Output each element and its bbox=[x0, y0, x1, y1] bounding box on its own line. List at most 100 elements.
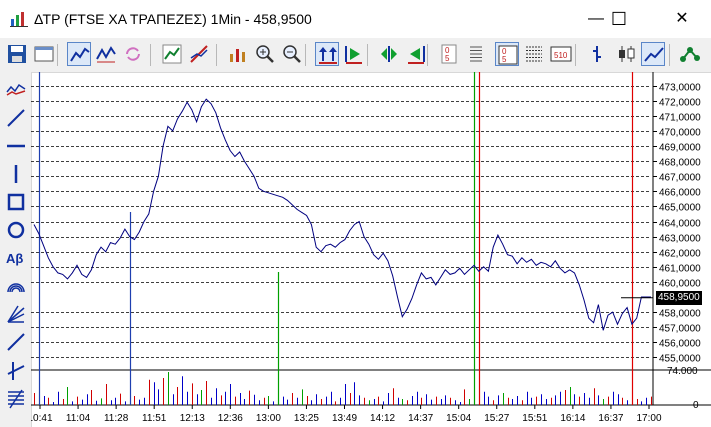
bar-mode-button[interactable] bbox=[585, 42, 609, 66]
volume-zero-label: 0 bbox=[693, 400, 699, 411]
arc-tool[interactable] bbox=[4, 274, 28, 298]
x-tick-label: 15:27 bbox=[484, 413, 509, 424]
x-tick-label: 11:28 bbox=[104, 413, 129, 424]
view-button[interactable] bbox=[32, 42, 56, 66]
cross-line-icon bbox=[7, 362, 25, 380]
line-chart-icon bbox=[70, 47, 90, 62]
scale-button[interactable]: 510 bbox=[549, 42, 573, 66]
fan-icon bbox=[7, 305, 25, 323]
digits-button[interactable]: 05 bbox=[437, 42, 461, 66]
window-title: ΔΤΡ (FTSE ΧΑ ΤΡΑΠΕΖΕΣ) 1Min - 458,9500 bbox=[34, 11, 312, 27]
scale-icon: 510 bbox=[550, 46, 572, 62]
svg-text:510: 510 bbox=[554, 51, 568, 60]
toolbar-separator bbox=[216, 44, 217, 66]
vertical-line-icon bbox=[14, 165, 18, 183]
green-arrow-start-icon bbox=[345, 46, 362, 64]
y-tick-label: 456,0000 bbox=[659, 339, 701, 350]
text-tool[interactable]: Aβ bbox=[4, 246, 28, 270]
y-tick-label: 462,0000 bbox=[659, 249, 701, 260]
toolbar-separator bbox=[575, 44, 576, 66]
x-tick-label: 12:13 bbox=[180, 413, 205, 424]
ray-tool[interactable] bbox=[4, 330, 28, 354]
chart-type-tool[interactable] bbox=[4, 78, 28, 102]
save-button[interactable] bbox=[5, 42, 29, 66]
fibonacci-tool[interactable] bbox=[4, 386, 28, 410]
x-tick-label: 17:00 bbox=[636, 413, 661, 424]
y-tick-label: 455,0000 bbox=[659, 354, 701, 365]
close-button[interactable]: ✕ bbox=[659, 0, 705, 38]
toolbar-separator bbox=[305, 44, 306, 66]
current-price-label: 458,9500 bbox=[656, 290, 702, 305]
network-icon bbox=[680, 47, 700, 62]
svg-text:5: 5 bbox=[502, 55, 507, 64]
go-middle-button[interactable] bbox=[377, 42, 401, 66]
zoom-in-icon bbox=[256, 45, 274, 63]
fit-arrows-icon bbox=[319, 47, 337, 64]
compare-button[interactable] bbox=[94, 42, 118, 66]
x-tick-label: 11:51 bbox=[142, 413, 167, 424]
x-tick-label: 12:36 bbox=[218, 413, 243, 424]
refresh-button[interactable] bbox=[121, 42, 145, 66]
grid-icon bbox=[470, 46, 482, 62]
cross-tool[interactable] bbox=[4, 358, 28, 382]
y-tick-label: 471,0000 bbox=[659, 113, 701, 124]
candle-mode-icon bbox=[619, 46, 635, 62]
app-chart-icon bbox=[10, 12, 28, 27]
fit-button[interactable] bbox=[315, 42, 339, 66]
y-tick-label: 461,0000 bbox=[659, 264, 701, 275]
grid-button[interactable] bbox=[464, 42, 488, 66]
y-tick-label: 457,0000 bbox=[659, 324, 701, 335]
depth-button[interactable] bbox=[522, 42, 546, 66]
price-chart[interactable]: 473,0000 472,0000 471,0000 470,0000 469,0000… bbox=[31, 72, 711, 427]
ellipse-icon bbox=[7, 221, 25, 239]
compare-chart-icon bbox=[96, 46, 116, 63]
zoom-in-button[interactable] bbox=[253, 42, 277, 66]
indicator-button[interactable] bbox=[160, 42, 184, 66]
line-chart-button[interactable] bbox=[67, 42, 91, 66]
rectangle-tool[interactable] bbox=[4, 190, 28, 214]
maximize-button[interactable]: ☐ bbox=[596, 0, 642, 38]
studies-icon bbox=[230, 49, 245, 62]
y-tick-label: 470,0000 bbox=[659, 128, 701, 139]
bar-mode-icon bbox=[593, 46, 601, 62]
x-tick-label: 10:41 bbox=[31, 413, 53, 424]
x-tick-label: 14:37 bbox=[408, 413, 433, 424]
vertical-line-tool[interactable] bbox=[4, 162, 28, 186]
x-tick-label: 13:25 bbox=[294, 413, 319, 424]
go-end-button[interactable] bbox=[404, 42, 428, 66]
toolbar-separator bbox=[427, 44, 428, 66]
x-tick-label: 16:14 bbox=[560, 413, 585, 424]
digits-icon: 05 bbox=[441, 44, 457, 64]
y-tick-label: 464,0000 bbox=[659, 219, 701, 230]
price-line bbox=[33, 98, 651, 331]
candle-mode-button[interactable] bbox=[614, 42, 638, 66]
trend-button[interactable] bbox=[187, 42, 211, 66]
ellipse-tool[interactable] bbox=[4, 218, 28, 242]
indicator-chart-icon bbox=[162, 44, 182, 64]
green-arrows-icon bbox=[381, 46, 397, 62]
main-toolbar: 0 5 0 5 510 bbox=[0, 38, 711, 73]
x-tick-label: 14:12 bbox=[370, 413, 395, 424]
line-mode-button[interactable] bbox=[641, 42, 665, 66]
go-start-button[interactable] bbox=[342, 42, 366, 66]
studies-button[interactable] bbox=[226, 42, 250, 66]
zoom-out-button[interactable] bbox=[280, 42, 304, 66]
levels-button[interactable]: 05 bbox=[495, 42, 519, 66]
zoom-out-icon bbox=[283, 45, 301, 63]
green-arrow-end-icon bbox=[408, 46, 425, 64]
horizontal-line-tool[interactable] bbox=[4, 134, 28, 158]
line-mode-icon bbox=[644, 47, 664, 62]
x-tick-label: 11:04 bbox=[66, 413, 91, 424]
fan-tool[interactable] bbox=[4, 302, 28, 326]
toolbar-separator bbox=[669, 44, 670, 66]
svg-text:Aβ: Aβ bbox=[6, 251, 23, 266]
network-button[interactable] bbox=[678, 42, 702, 66]
y-tick-label: 460,0000 bbox=[659, 279, 701, 290]
y-tick-label: 469,0000 bbox=[659, 143, 701, 154]
horizontal-line-icon bbox=[7, 144, 25, 148]
depth-icon bbox=[526, 46, 542, 62]
window-icon bbox=[34, 46, 54, 62]
diagonal-line-icon bbox=[7, 109, 25, 127]
x-tick-label: 15:51 bbox=[522, 413, 547, 424]
diagonal-line-tool[interactable] bbox=[4, 106, 28, 130]
